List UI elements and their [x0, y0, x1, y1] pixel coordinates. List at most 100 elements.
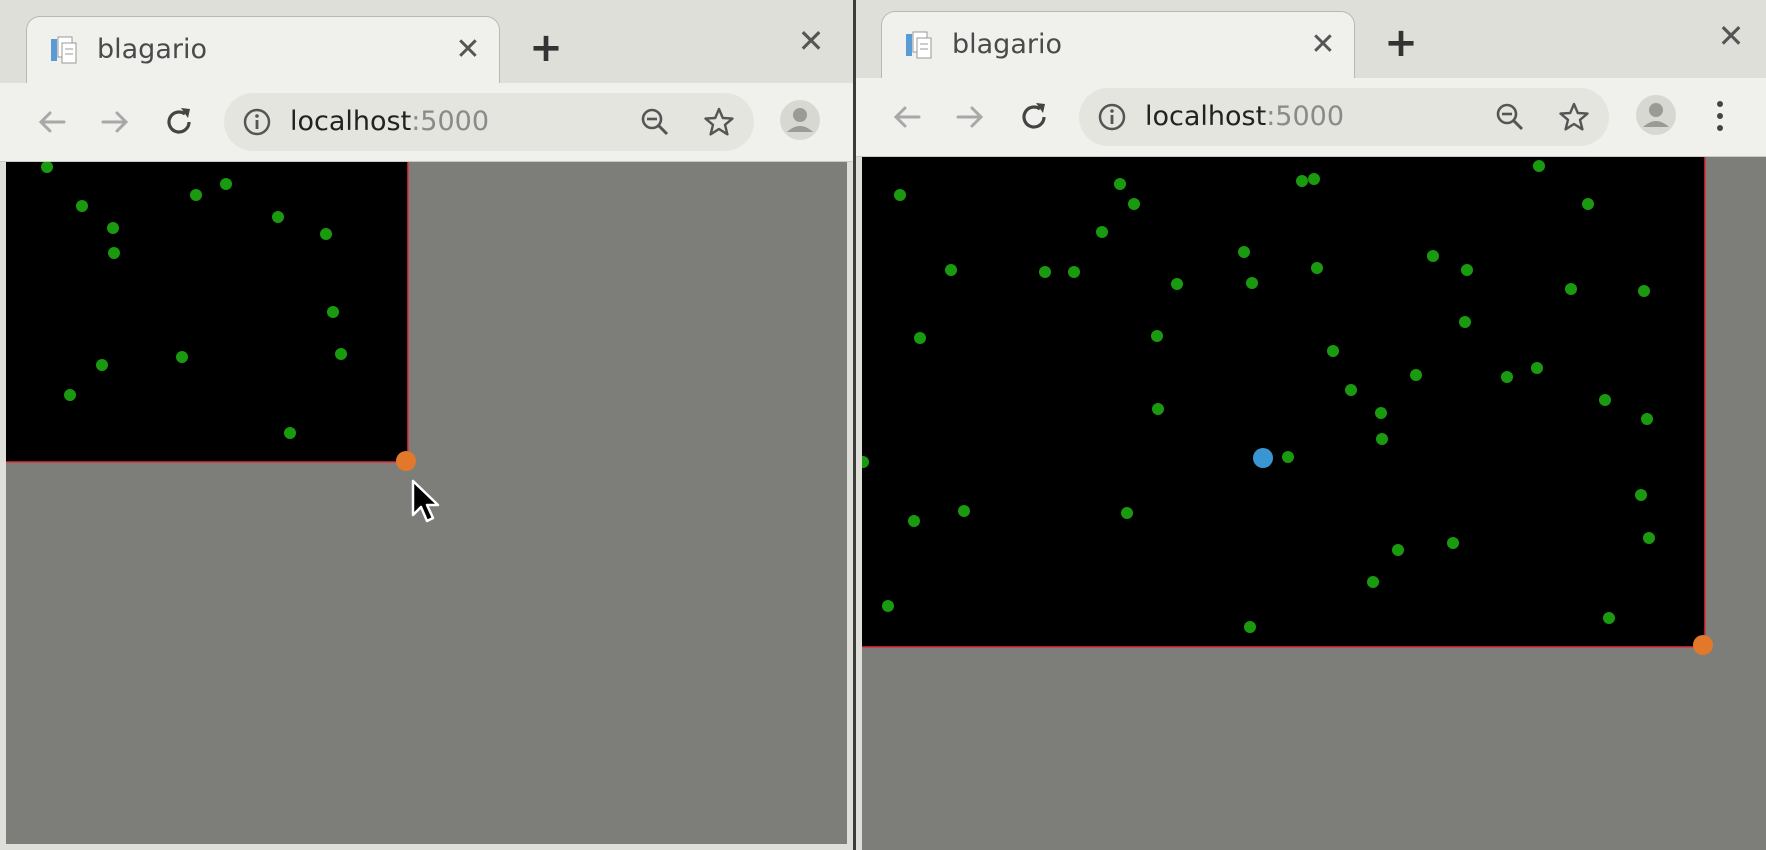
forward-icon[interactable]: [93, 100, 137, 144]
food-pellet: [220, 178, 232, 190]
browser-toolbar: localhost:5000: [0, 83, 853, 162]
food-pellet: [1308, 173, 1320, 185]
forward-icon[interactable]: [948, 95, 992, 139]
food-pellet: [1039, 266, 1051, 278]
food-pellet: [64, 389, 76, 401]
tab-title: blagario: [952, 29, 1062, 60]
food-pellet: [1296, 175, 1308, 187]
food-pellet: [1345, 384, 1357, 396]
food-pellet: [1501, 371, 1513, 383]
url-port: :5000: [411, 106, 490, 137]
url-text[interactable]: localhost:5000: [1145, 100, 1344, 134]
food-pellet: [1447, 537, 1459, 549]
mouse-cursor-icon: [411, 479, 440, 523]
food-pellet: [1392, 544, 1404, 556]
tab-strip: blagario ✕ + ✕: [856, 0, 1766, 79]
avatar-icon[interactable]: [780, 100, 820, 140]
food-pellet: [1427, 250, 1439, 262]
corner-handle: [1693, 635, 1713, 655]
food-pellet: [908, 515, 920, 527]
food-pellet: [1635, 489, 1647, 501]
tab-blagario[interactable]: blagario ✕: [26, 16, 500, 84]
food-pellet: [1367, 576, 1379, 588]
corner-handle: [396, 451, 416, 471]
food-pellet: [1582, 198, 1594, 210]
star-icon[interactable]: [1557, 100, 1591, 134]
browser-toolbar: localhost:5000: [856, 78, 1766, 157]
food-pellet: [1152, 403, 1164, 415]
food-pellet: [1238, 246, 1250, 258]
url-text[interactable]: localhost:5000: [290, 105, 489, 139]
zoom-out-icon[interactable]: [1493, 100, 1527, 134]
food-pellet: [945, 264, 957, 276]
star-icon[interactable]: [702, 105, 736, 139]
zoom-out-icon[interactable]: [638, 105, 672, 139]
food-pellet: [1327, 345, 1339, 357]
game-field: [862, 157, 1705, 647]
food-pellet: [284, 427, 296, 439]
food-pellet: [190, 189, 202, 201]
food-pellet: [1533, 160, 1545, 172]
food-pellet: [1244, 621, 1256, 633]
food-pellet: [1531, 362, 1543, 374]
food-pellet: [1068, 266, 1080, 278]
document-stack-icon: [51, 36, 77, 64]
address-bar[interactable]: localhost:5000: [1079, 88, 1609, 146]
food-pellet: [1375, 407, 1387, 419]
tab-title: blagario: [97, 34, 207, 65]
food-pellet: [1282, 451, 1294, 463]
info-circle-icon[interactable]: [242, 107, 272, 137]
food-pellet: [1410, 369, 1422, 381]
kebab-menu-icon[interactable]: [1710, 96, 1730, 136]
info-circle-icon[interactable]: [1097, 102, 1127, 132]
food-pellet: [882, 600, 894, 612]
food-pellet: [1121, 507, 1133, 519]
food-pellet: [1114, 178, 1126, 190]
browser-window-right: blagario ✕ + ✕ localhost:5000: [856, 0, 1766, 850]
back-icon[interactable]: [30, 100, 74, 144]
food-pellet: [327, 306, 339, 318]
food-pellet: [958, 505, 970, 517]
food-pellet: [176, 351, 188, 363]
food-pellet: [108, 247, 120, 259]
food-pellet: [1096, 226, 1108, 238]
food-pellet: [76, 200, 88, 212]
new-tab-button[interactable]: +: [528, 28, 564, 68]
window-close-button[interactable]: ✕: [796, 25, 826, 57]
back-icon[interactable]: [885, 95, 929, 139]
food-pellet: [894, 189, 906, 201]
reload-icon[interactable]: [1012, 95, 1056, 139]
food-pellet: [1128, 198, 1140, 210]
food-pellet: [107, 222, 119, 234]
tab-strip: blagario ✕ + ✕: [0, 0, 853, 84]
reload-icon[interactable]: [157, 100, 201, 144]
food-pellet: [96, 359, 108, 371]
food-pellet: [1459, 316, 1471, 328]
food-pellet: [1171, 278, 1183, 290]
tab-blagario[interactable]: blagario ✕: [881, 11, 1355, 79]
url-host: localhost: [290, 106, 412, 137]
page-viewport[interactable]: [862, 157, 1766, 850]
food-pellet: [1565, 283, 1577, 295]
food-pellet: [1599, 394, 1611, 406]
food-pellet: [914, 332, 926, 344]
food-pellet: [1246, 277, 1258, 289]
profile-silhouette: [1643, 103, 1669, 127]
player-cell: [1253, 448, 1273, 468]
browser-window-left: blagario ✕ + ✕ localhost:5000: [0, 0, 853, 850]
new-tab-button[interactable]: +: [1383, 23, 1419, 63]
food-pellet: [1151, 330, 1163, 342]
address-bar[interactable]: localhost:5000: [224, 93, 754, 151]
url-host: localhost: [1145, 101, 1267, 132]
food-pellet: [335, 348, 347, 360]
food-pellet: [1461, 264, 1473, 276]
food-pellet: [1643, 532, 1655, 544]
window-close-button[interactable]: ✕: [1716, 20, 1746, 52]
tab-close-icon[interactable]: ✕: [455, 35, 481, 65]
food-pellet: [1641, 413, 1653, 425]
game-field: [6, 162, 408, 462]
food-pellet: [1638, 285, 1650, 297]
avatar-icon[interactable]: [1636, 95, 1676, 135]
game-canvas[interactable]: [862, 157, 1766, 850]
tab-close-icon[interactable]: ✕: [1310, 30, 1336, 60]
